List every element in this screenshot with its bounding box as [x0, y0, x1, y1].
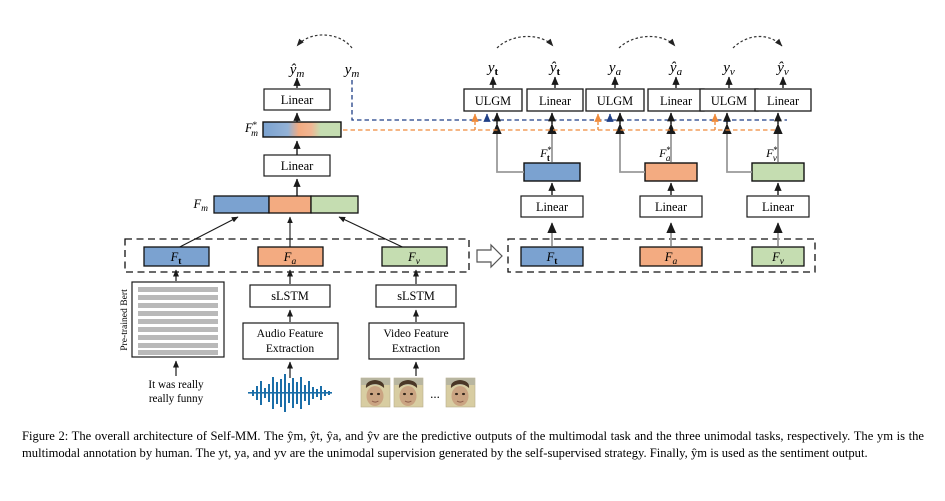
- video-extraction-line1: Video Feature: [383, 327, 448, 340]
- label-yhat-m: ŷm: [288, 62, 305, 80]
- label-y-v: yv: [721, 60, 735, 78]
- label-y-t: yt: [486, 60, 499, 78]
- audio-linear-label: Linear: [655, 200, 687, 214]
- right-block-arrow-icon: [476, 243, 503, 269]
- multimodal-linear-top-label: Linear: [281, 93, 314, 107]
- text-input-line2: really funny: [149, 393, 204, 405]
- fusion-star-label: F* m: [244, 120, 258, 139]
- fusion-bar-label: Fm: [192, 197, 208, 214]
- audio-waveform-icon: [248, 374, 332, 412]
- label-yhat-v: ŷv: [775, 60, 789, 78]
- frames-ellipsis: ...: [430, 386, 440, 401]
- caption-line-1: Figure 2: The overall architecture of Se…: [22, 429, 653, 443]
- feature-star-label-a: F* a: [658, 145, 671, 163]
- supervision-arc-v: [732, 35, 783, 49]
- label-y-m: ym: [343, 62, 360, 80]
- feature-star-box-a: [644, 162, 698, 182]
- figure-caption: Figure 2: The overall architecture of Se…: [22, 428, 924, 461]
- text-linear-label: Linear: [536, 200, 568, 214]
- feature-star-box-t: [523, 162, 581, 182]
- supervision-arc-t: [496, 35, 554, 49]
- video-frames-icon: ...: [360, 377, 476, 408]
- label-y-a: ya: [607, 60, 622, 78]
- branch-fastar-to-ulgm-a: [615, 123, 645, 173]
- label-yhat-a: ŷa: [668, 60, 683, 78]
- ulgm-label-v: ULGM: [711, 94, 747, 108]
- multimodal-supervision-arc: [296, 34, 353, 49]
- caption-line-3: supervision generated by the self-superv…: [377, 445, 868, 460]
- branch-ftstar-to-ulgm-t: [492, 123, 524, 173]
- linear-out-label-t: Linear: [539, 94, 571, 108]
- video-slstm-label: sLSTM: [397, 289, 435, 303]
- supervision-arc-a: [618, 35, 676, 49]
- linear-out-label-v: Linear: [767, 94, 799, 108]
- feature-star-box-v: [751, 162, 805, 182]
- audio-extraction-line1: Audio Feature: [257, 327, 324, 340]
- video-linear-label: Linear: [762, 200, 794, 214]
- audio-slstm-label: sLSTM: [271, 289, 309, 303]
- branch-fvstar-to-ulgm-v: [722, 123, 752, 173]
- pretrained-bert-label: Pre-trained Bert: [119, 289, 130, 351]
- audio-extraction-line2: Extraction: [266, 342, 314, 355]
- label-yhat-t: ŷt: [548, 60, 561, 78]
- text-input-line1: It was really: [148, 379, 204, 391]
- architecture-diagram: ŷm ym Linear F* m Linear Fm Ft Fa Fv Pre…: [119, 34, 816, 412]
- feature-star-label-v: F* v: [765, 145, 778, 163]
- ulgm-label-t: ULGM: [475, 94, 511, 108]
- bert-stripes-icon: [138, 287, 218, 355]
- figure-2: ŷm ym Linear F* m Linear Fm Ft Fa Fv Pre…: [0, 0, 945, 501]
- feature-star-label-t: F* t: [539, 145, 552, 163]
- linear-out-label-a: Linear: [660, 94, 692, 108]
- fusion-star-bar: [262, 121, 342, 138]
- multimodal-linear-bottom-label: Linear: [281, 159, 314, 173]
- video-extraction-line2: Extraction: [392, 342, 440, 355]
- ulgm-label-a: ULGM: [597, 94, 633, 108]
- fusion-bar: [213, 195, 359, 214]
